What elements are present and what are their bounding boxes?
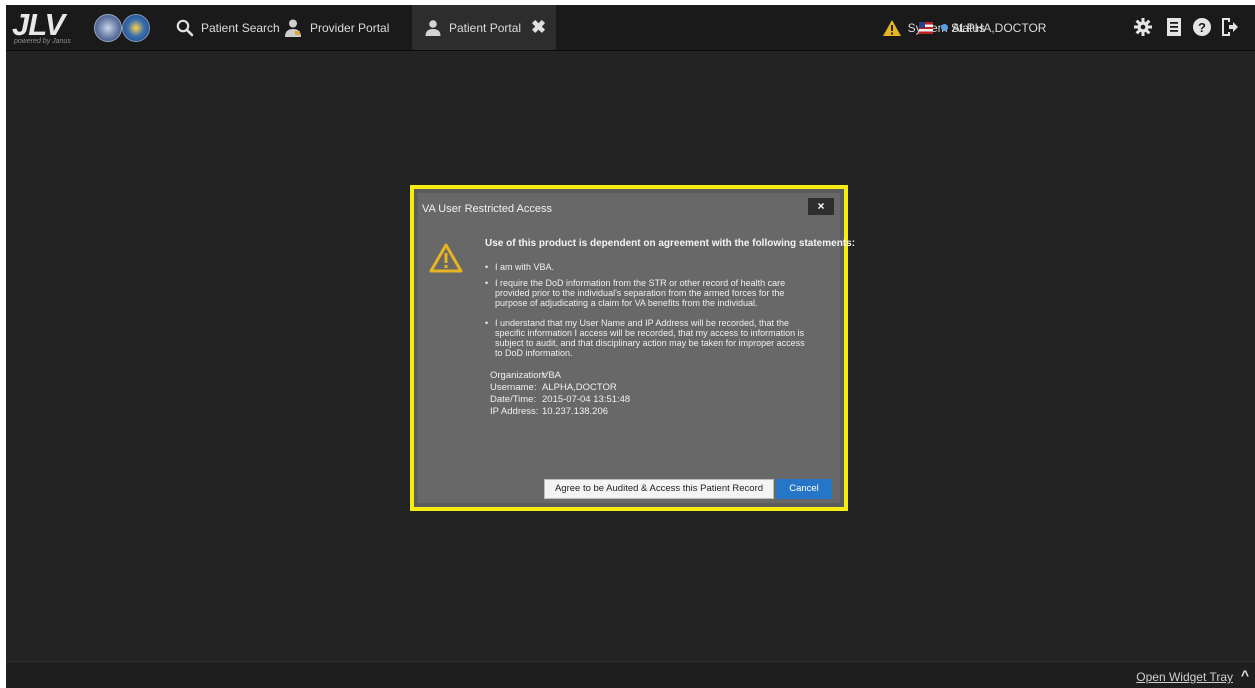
datetime-label: Date/Time: (490, 394, 537, 405)
footer-bar: Open Widget Tray ^ (6, 661, 1255, 688)
document-icon[interactable] (1163, 16, 1185, 38)
organization-value: VBA (542, 370, 562, 381)
statement-text: I understand that my User Name and IP Ad… (495, 318, 805, 358)
patient-icon (425, 19, 441, 36)
statement-text: I am with VBA. (495, 262, 555, 272)
nav-provider-portal[interactable]: Provider Portal (283, 5, 389, 50)
close-tab-icon[interactable]: ✖ (531, 17, 546, 38)
user-menu[interactable]: ALPHA,DOCTOR (919, 5, 1046, 50)
bullet: • (485, 278, 489, 288)
username-value: ALPHA,DOCTOR (542, 382, 617, 393)
dialog-title: VA User Restricted Access (422, 203, 553, 215)
provider-icon (285, 19, 301, 37)
help-icon[interactable]: ? (1191, 16, 1213, 38)
open-widget-tray-link[interactable]: Open Widget Tray (1136, 670, 1233, 684)
nav-provider-portal-label: Provider Portal (310, 20, 390, 35)
username-label: Username: (490, 382, 537, 393)
ip-value: 10.237.138.206 (542, 406, 609, 417)
restricted-access-dialog-highlight: VA User Restricted Access × Use of this … (410, 185, 855, 511)
warning-icon (429, 243, 463, 278)
statement-text: I require the DoD information from the S… (495, 278, 786, 308)
datetime-value: 2015-07-04 13:51:48 (542, 394, 631, 405)
user-name: ALPHA,DOCTOR (952, 20, 1047, 35)
nav-patient-search-label: Patient Search (201, 20, 280, 35)
cancel-button[interactable]: Cancel (776, 479, 832, 499)
tab-patient-portal-label: Patient Portal (449, 20, 522, 35)
bullet: • (485, 262, 489, 272)
info-datetime: Date/Time: 2015-07-04 13:51:48 (490, 394, 630, 405)
dialog-close-button[interactable]: × (808, 198, 834, 215)
gear-icon[interactable] (1132, 16, 1154, 38)
logo-text: JLV (12, 7, 65, 42)
info-organization: Organization:VBA (490, 370, 561, 381)
organization-label: Organization: (490, 370, 547, 381)
search-icon (176, 19, 194, 36)
user-status-dot (941, 24, 948, 31)
agree-access-button[interactable]: Agree to be Audited & Access this Patien… (544, 479, 774, 499)
va-seal-icon (94, 14, 122, 42)
ip-label: IP Address: (490, 406, 539, 417)
exit-icon[interactable] (1218, 16, 1240, 38)
chevron-up-icon[interactable]: ^ (1241, 667, 1249, 683)
dialog-heading: Use of this product is dependent on agre… (485, 238, 856, 249)
logo-powered-text: powered by Janus (14, 38, 71, 45)
top-navigation-bar: JLV powered by Janus Patient Search Prov… (6, 5, 1255, 51)
flag-icon (919, 21, 933, 34)
svg-text:?: ? (1198, 20, 1206, 35)
info-username: Username: ALPHA,DOCTOR (490, 382, 617, 393)
info-ip-address: IP Address: 10.237.138.206 (490, 406, 608, 417)
jlv-logo: JLV powered by Janus (12, 7, 92, 46)
bullet: • (485, 318, 489, 328)
tab-patient-portal[interactable]: Patient Portal ✖ (412, 5, 557, 50)
restricted-access-dialog: VA User Restricted Access × Use of this … (418, 193, 855, 503)
nav-patient-search[interactable]: Patient Search (176, 5, 280, 50)
app-window: JLV powered by Janus Patient Search Prov… (6, 5, 1255, 688)
warning-icon (882, 19, 901, 36)
dod-seal-icon (122, 14, 150, 42)
